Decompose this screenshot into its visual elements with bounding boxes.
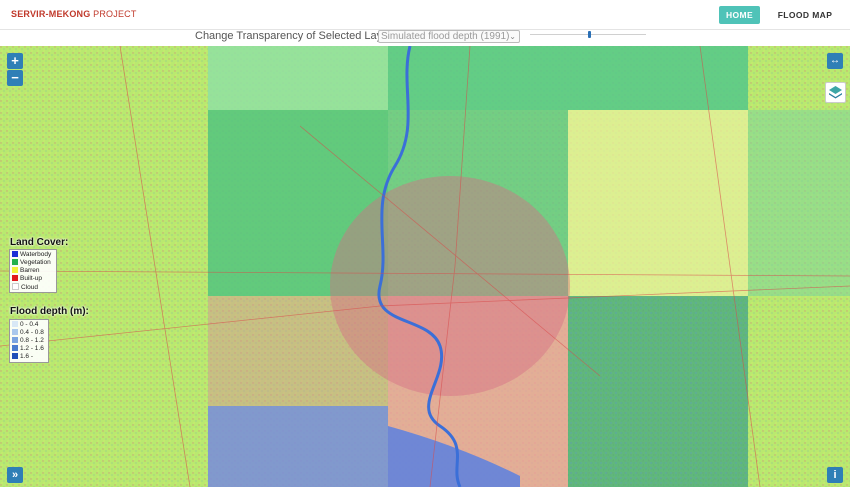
zoom-in-button[interactable]: +	[7, 53, 23, 69]
transparency-slider-handle[interactable]	[588, 31, 591, 38]
flood-depth-legend: 0 - 0.4 0.4 - 0.8 0.8 - 1.2 1.2 - 1.6 1.…	[9, 319, 49, 363]
map-canvas[interactable]: + − ↔ » i Land Cover: Waterbody Vegetati…	[0, 46, 850, 487]
layer-select[interactable]: Simulated flood depth (1991) ⌄	[378, 30, 520, 43]
legend-swatch	[12, 321, 18, 327]
layers-button[interactable]	[825, 82, 846, 103]
legend-swatch	[12, 259, 18, 265]
info-button[interactable]: i	[827, 467, 843, 483]
legend-item: Waterbody	[12, 251, 54, 259]
chevron-down-icon: ⌄	[509, 32, 516, 41]
legend-item: 0.4 - 0.8	[12, 329, 46, 337]
expand-panel-button[interactable]: »	[7, 467, 23, 483]
transparency-toolbar: Change Transparency of Selected Layer: S…	[0, 30, 850, 46]
legend-swatch	[12, 337, 18, 343]
brand-name: SERVIR-MEKONG	[11, 9, 91, 19]
legend-item: 1.2 - 1.6	[12, 345, 46, 353]
layers-icon	[829, 86, 842, 99]
legend-swatch	[12, 345, 18, 351]
legend-swatch	[12, 353, 18, 359]
flood-legend-title: Flood depth (m):	[10, 306, 89, 317]
layer-select-value: Simulated flood depth (1991)	[381, 31, 510, 42]
legend-item: 0.8 - 1.2	[12, 337, 46, 345]
fullscreen-button[interactable]: ↔	[827, 53, 843, 69]
legend-item: Cloud	[12, 283, 54, 291]
legend-item: 0 - 0.4	[12, 321, 46, 329]
legend-swatch	[12, 267, 18, 273]
legend-item: Vegetation	[12, 259, 54, 267]
nav-home-button[interactable]: HOME	[719, 6, 760, 24]
top-navbar: SERVIR-MEKONG PROJECT HOME FLOOD MAP	[0, 0, 850, 30]
legend-swatch	[12, 329, 18, 335]
nav-flood-map-button[interactable]: FLOOD MAP	[770, 6, 840, 24]
legend-item: 1.6 -	[12, 353, 46, 361]
landcover-legend-title: Land Cover:	[10, 237, 69, 248]
legend-item: Built-up	[12, 275, 54, 283]
legend-swatch	[12, 251, 18, 257]
landcover-legend: Waterbody Vegetation Barren Built-up Clo…	[9, 249, 57, 293]
map-imagery	[0, 46, 850, 487]
transparency-label: Change Transparency of Selected Layer:	[195, 30, 395, 42]
legend-swatch	[12, 275, 18, 281]
brand-suffix: PROJECT	[93, 9, 137, 19]
brand-logo[interactable]: SERVIR-MEKONG PROJECT	[11, 9, 137, 19]
legend-item: Barren	[12, 267, 54, 275]
zoom-out-button[interactable]: −	[7, 70, 23, 86]
legend-swatch	[12, 283, 19, 290]
